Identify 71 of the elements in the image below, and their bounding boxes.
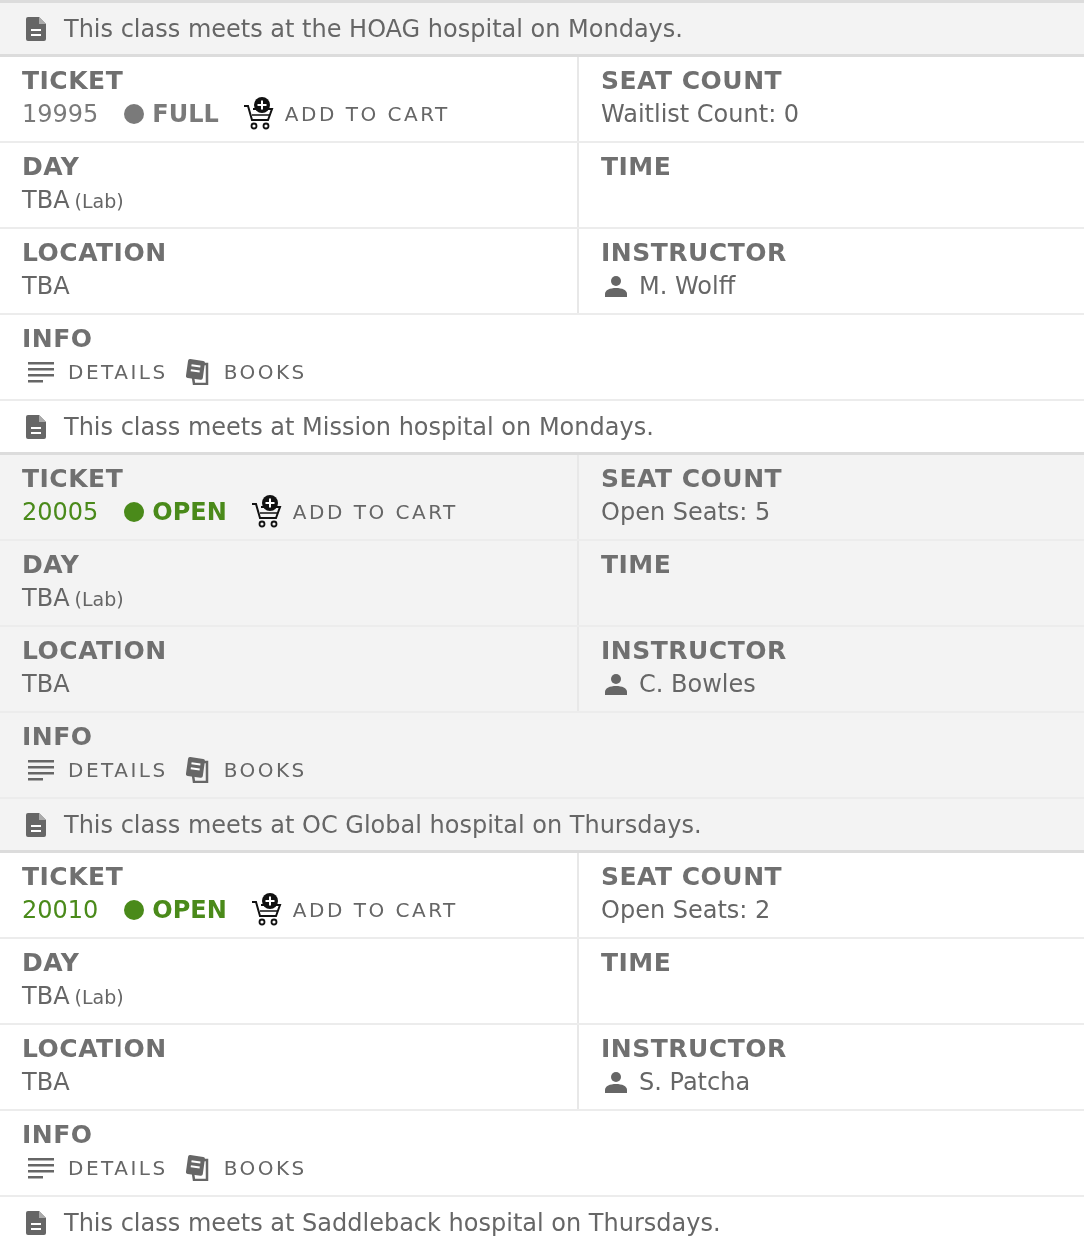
- field-label: SEAT COUNT: [601, 861, 783, 893]
- instructor-name: M. Wolff: [639, 271, 736, 302]
- instructor-name: C. Bowles: [639, 669, 756, 700]
- field-label: TICKET: [22, 65, 124, 97]
- class-note: This class meets at Mission hospital on Mondays.: [64, 411, 654, 443]
- ticket-number: 19995: [22, 99, 99, 130]
- document-icon: [26, 812, 46, 837]
- books-icon: [185, 757, 210, 783]
- day-note: (Lab): [74, 985, 124, 1010]
- info-link[interactable]: BOOKS: [185, 1153, 307, 1183]
- cart-plus-icon: [250, 495, 283, 529]
- lines-icon: [28, 759, 54, 781]
- status-label: OPEN: [152, 895, 227, 926]
- seat-count: Waitlist Count: 0: [601, 99, 800, 130]
- add-to-cart-button[interactable]: ADD TO CART: [250, 495, 458, 529]
- field-label: LOCATION: [22, 635, 167, 667]
- info-link[interactable]: DETAILS: [28, 755, 168, 785]
- seat-count: Open Seats: 2: [601, 895, 771, 926]
- add-to-cart-button[interactable]: ADD TO CART: [250, 893, 458, 927]
- day-value: TBA: [22, 981, 70, 1012]
- info-link[interactable]: BOOKS: [185, 357, 307, 387]
- class-note: This class meets at the HOAG hospital on Mondays.: [64, 13, 683, 45]
- location-value: TBA: [22, 669, 70, 700]
- info-link[interactable]: DETAILS: [28, 357, 168, 387]
- status-label: OPEN: [152, 497, 227, 528]
- lines-icon: [28, 1157, 54, 1179]
- seat-count: Open Seats: 5: [601, 497, 771, 528]
- field-label: TIME: [601, 549, 672, 581]
- instructor-name: S. Patcha: [639, 1067, 751, 1098]
- field-label: LOCATION: [22, 237, 167, 269]
- class-note: This class meets at OC Global hospital on Thursdays.: [64, 809, 702, 841]
- add-to-cart-button[interactable]: ADD TO CART: [242, 97, 450, 131]
- day-value: TBA: [22, 583, 70, 614]
- location-value: TBA: [22, 1067, 70, 1098]
- field-label: DAY: [22, 947, 80, 979]
- cart-plus-icon: [242, 97, 275, 131]
- document-icon: [26, 414, 46, 439]
- field-label: TICKET: [22, 861, 124, 893]
- info-link[interactable]: DETAILS: [28, 1153, 168, 1183]
- field-label: LOCATION: [22, 1033, 167, 1065]
- info-link[interactable]: BOOKS: [185, 755, 307, 785]
- ticket-number: 20005: [22, 497, 99, 528]
- ticket-number: 20010: [22, 895, 99, 926]
- field-label: INSTRUCTOR: [601, 635, 787, 667]
- document-icon: [26, 1210, 46, 1235]
- field-label: INFO: [22, 721, 93, 753]
- field-label: TIME: [601, 151, 672, 183]
- person-icon: [605, 1071, 627, 1093]
- lines-icon: [28, 361, 54, 383]
- day-note: (Lab): [74, 587, 124, 612]
- location-value: TBA: [22, 271, 70, 302]
- day-value: TBA: [22, 185, 70, 216]
- person-icon: [605, 673, 627, 695]
- field-label: DAY: [22, 549, 80, 581]
- field-label: INFO: [22, 1119, 93, 1151]
- field-label: TICKET: [22, 463, 124, 495]
- field-label: INSTRUCTOR: [601, 237, 787, 269]
- person-icon: [605, 275, 627, 297]
- field-label: TIME: [601, 947, 672, 979]
- day-note: (Lab): [74, 189, 124, 214]
- books-icon: [185, 359, 210, 385]
- field-label: INSTRUCTOR: [601, 1033, 787, 1065]
- field-label: INFO: [22, 323, 93, 355]
- books-icon: [185, 1155, 210, 1181]
- class-note: This class meets at Saddleback hospital on Thursdays.: [64, 1207, 721, 1239]
- field-label: SEAT COUNT: [601, 65, 783, 97]
- status-label: FULL: [152, 99, 219, 130]
- document-icon: [26, 16, 46, 41]
- field-label: DAY: [22, 151, 80, 183]
- field-label: SEAT COUNT: [601, 463, 783, 495]
- cart-plus-icon: [250, 893, 283, 927]
